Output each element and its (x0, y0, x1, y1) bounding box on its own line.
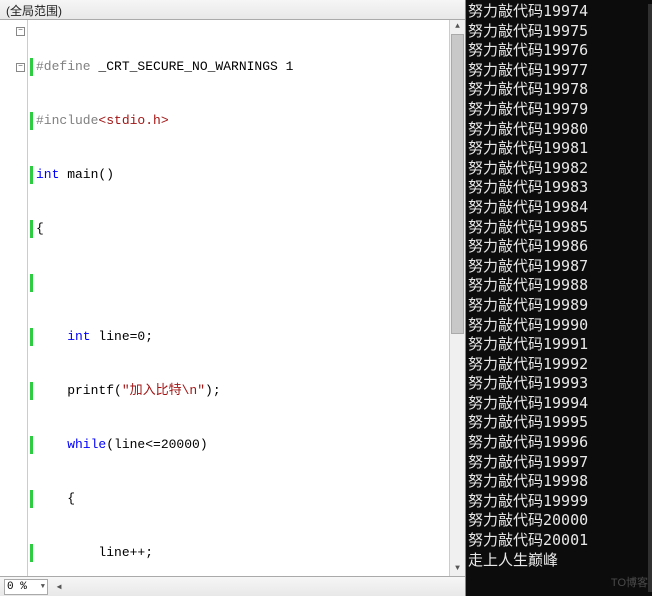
console-line: 努力敲代码19996 (468, 433, 652, 453)
console-line: 努力敲代码19991 (468, 335, 652, 355)
console-line: 努力敲代码19975 (468, 22, 652, 42)
console-line: 努力敲代码19984 (468, 198, 652, 218)
console-line: 努力敲代码19990 (468, 316, 652, 336)
console-line: 努力敲代码19994 (468, 394, 652, 414)
gutter: − − (0, 20, 28, 576)
scroll-left-icon[interactable]: ◀ (52, 582, 66, 592)
console-line: 努力敲代码19979 (468, 100, 652, 120)
watermark-text: TO博客 (611, 574, 648, 594)
scroll-up-icon[interactable]: ▲ (450, 20, 465, 34)
scrollbar-thumb[interactable] (451, 34, 464, 334)
console-line: 努力敲代码19982 (468, 159, 652, 179)
console-line: 努力敲代码19993 (468, 374, 652, 394)
console-line: 努力敲代码19997 (468, 453, 652, 473)
console-line: 努力敲代码19976 (468, 41, 652, 61)
zoom-value: 0 % (7, 581, 27, 593)
console-output-pane[interactable]: 努力敲代码19974努力敲代码19975努力敲代码19976努力敲代码19977… (466, 0, 652, 596)
code-editor-pane: (全局范围) − − #define _CRT_SECURE_NO_WARNIN… (0, 0, 466, 596)
console-line: 努力敲代码19995 (468, 413, 652, 433)
vertical-scrollbar[interactable]: ▲ ▼ (449, 20, 465, 576)
console-line: 努力敲代码19983 (468, 178, 652, 198)
scroll-down-icon[interactable]: ▼ (450, 562, 465, 576)
zoom-dropdown[interactable]: 0 % ▼ (4, 579, 48, 595)
console-line: 努力敲代码19987 (468, 257, 652, 277)
fold-minus-icon[interactable]: − (16, 63, 25, 72)
console-line-final: 走上人生巅峰 (468, 551, 652, 571)
console-line: 努力敲代码19992 (468, 355, 652, 375)
console-line: 努力敲代码19985 (468, 218, 652, 238)
console-line: 努力敲代码19989 (468, 296, 652, 316)
console-line: 努力敲代码19978 (468, 80, 652, 100)
fold-minus-icon[interactable]: − (16, 27, 25, 36)
console-line: 努力敲代码19998 (468, 472, 652, 492)
status-bar: 0 % ▼ ◀ (0, 576, 465, 596)
code-content[interactable]: #define _CRT_SECURE_NO_WARNINGS 1 #inclu… (28, 20, 449, 576)
chevron-down-icon: ▼ (41, 583, 45, 591)
code-area[interactable]: − − #define _CRT_SECURE_NO_WARNINGS 1 #i… (0, 20, 465, 576)
scope-dropdown[interactable]: (全局范围) (0, 0, 465, 20)
console-line: 努力敲代码19986 (468, 237, 652, 257)
console-line: 努力敲代码20000 (468, 511, 652, 531)
console-line: 努力敲代码19999 (468, 492, 652, 512)
console-scrollbar[interactable] (648, 4, 652, 592)
console-line: 努力敲代码19980 (468, 120, 652, 140)
console-line: 努力敲代码19988 (468, 276, 652, 296)
console-output-lines: 努力敲代码19974努力敲代码19975努力敲代码19976努力敲代码19977… (468, 2, 652, 570)
console-line: 努力敲代码19977 (468, 61, 652, 81)
console-line: 努力敲代码19974 (468, 2, 652, 22)
console-line: 努力敲代码20001 (468, 531, 652, 551)
console-line: 努力敲代码19981 (468, 139, 652, 159)
